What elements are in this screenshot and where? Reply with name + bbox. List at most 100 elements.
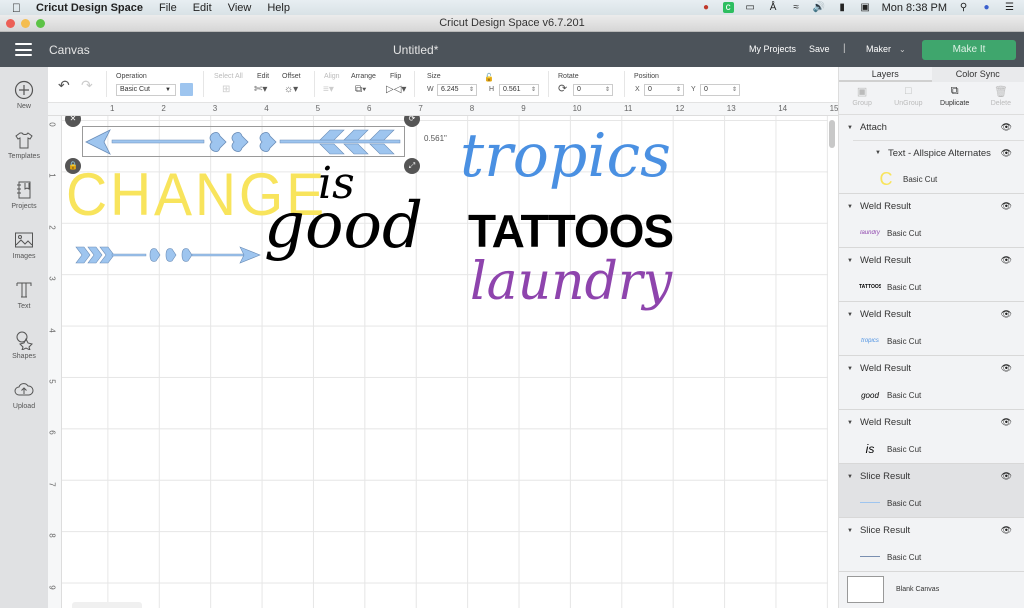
sidebar-item-images[interactable]: Images (0, 230, 48, 260)
notification-center-icon[interactable]: ☰ (1003, 2, 1016, 13)
text-tattoos[interactable]: TATTOOS (468, 208, 674, 254)
layer-group[interactable]: ▼ Weld Result 👁 tropics Basic Cut (839, 302, 1024, 356)
undo-icon[interactable]: ↶ (58, 77, 70, 94)
eye-icon[interactable]: 👁 (1001, 255, 1012, 266)
zoom-window-button[interactable] (36, 19, 45, 28)
wifi-icon[interactable]: ≈ (790, 2, 803, 13)
x-position-input[interactable]: 0 ⇕ (644, 84, 684, 96)
text-laundry[interactable]: laundry (470, 256, 672, 308)
edit-scissors-button[interactable]: ✄▾ (254, 84, 267, 95)
ruler-tick-label: 3 (212, 104, 218, 113)
delete-handle[interactable]: ✕ (65, 116, 81, 127)
y-value: 0 (704, 86, 708, 93)
arrange-button[interactable]: ⧉▾ (355, 84, 366, 95)
design-canvas[interactable]: ✕ ⟳ 🔒 ⤢ 0.561" CHANGE is good tropics TA… (62, 116, 828, 608)
eye-icon[interactable]: 👁 (1001, 471, 1012, 482)
lock-ratio-icon[interactable]: 🔓 (484, 73, 494, 82)
offset-button[interactable]: ☼▾ (284, 84, 298, 95)
height-input[interactable]: 0.561 ⇕ (499, 84, 539, 96)
expand-triangle-icon[interactable]: ▼ (847, 204, 853, 210)
sidebar-item-upload[interactable]: Upload (0, 380, 48, 410)
spotlight-icon[interactable]: ⚲ (957, 2, 970, 13)
close-window-button[interactable] (6, 19, 15, 28)
airplay-icon[interactable]: ▭ (744, 2, 757, 13)
expand-triangle-icon[interactable]: ▼ (875, 150, 881, 156)
volume-icon[interactable]: 🔊 (813, 2, 826, 13)
layer-group[interactable]: ▼ Weld Result 👁 laundry Basic Cut (839, 194, 1024, 248)
operation-color-swatch[interactable] (180, 83, 193, 96)
layer-group-selected[interactable]: ▼ Slice Result 👁 Basic Cut (839, 464, 1024, 518)
menu-help[interactable]: Help (267, 2, 290, 14)
app-menu[interactable]: Cricut Design Space (36, 2, 143, 14)
sidebar-item-projects[interactable]: Projects (0, 180, 48, 210)
apple-logo-icon[interactable]:  (12, 1, 24, 15)
expand-triangle-icon[interactable]: ▼ (847, 312, 853, 318)
sidebar-item-shapes[interactable]: Shapes (0, 330, 48, 360)
layer-group[interactable]: ▼ Attach 👁 ▼ Text - Allspice Alternates 👁 CB… (839, 115, 1024, 194)
layer-group[interactable]: ▼ Weld Result 👁 is Basic Cut (839, 410, 1024, 464)
save-link[interactable]: Save (809, 44, 830, 54)
select-all-button[interactable]: ⊞ (222, 84, 230, 95)
battery-icon[interactable]: ▮ (836, 2, 849, 13)
blank-canvas-layer[interactable]: Blank Canvas (839, 572, 1024, 606)
hamburger-menu-icon[interactable] (15, 43, 32, 56)
minimize-window-button[interactable] (21, 19, 30, 28)
eye-icon[interactable]: 👁 (1001, 363, 1012, 374)
siri-icon[interactable]: ● (980, 2, 993, 13)
resize-handle[interactable]: ⤢ (404, 158, 420, 174)
sidebar-label: Shapes (12, 353, 36, 360)
expand-triangle-icon[interactable]: ▼ (847, 420, 853, 426)
y-position-input[interactable]: 0 ⇕ (700, 84, 740, 96)
eye-icon[interactable]: 👁 (1001, 417, 1012, 428)
delete-button[interactable]: 🗑 Delete (978, 82, 1024, 114)
expand-triangle-icon[interactable]: ▼ (847, 366, 853, 372)
eye-icon[interactable]: 👁 (1001, 309, 1012, 320)
caret-down-icon: ▼ (165, 87, 171, 93)
sidebar-item-new[interactable]: New (0, 80, 48, 110)
sidebar-item-templates[interactable]: Templates (0, 130, 48, 160)
expand-triangle-icon[interactable]: ▼ (847, 528, 853, 534)
machine-selector[interactable]: Maker ⌄ (866, 44, 906, 54)
layer-group[interactable]: ▼ Weld Result 👁 TATTOOS Basic Cut (839, 248, 1024, 302)
operation-select[interactable]: Basic Cut ▼ (116, 84, 176, 96)
ruler-tick-label: 4 (47, 327, 57, 333)
eye-icon[interactable]: 👁 (1001, 122, 1012, 133)
zoom-control[interactable] (72, 602, 142, 608)
duplicate-button[interactable]: ⧉ Duplicate (932, 82, 978, 114)
display-icon[interactable]: ▣ (859, 2, 872, 13)
evernote-icon[interactable]: c (722, 2, 734, 13)
flip-button[interactable]: ▷◁▾ (386, 84, 406, 95)
ungroup-button[interactable]: □ UnGroup (885, 82, 931, 114)
eye-icon[interactable]: 👁 (1001, 201, 1012, 212)
expand-triangle-icon[interactable]: ▼ (847, 125, 853, 131)
menu-file[interactable]: File (159, 2, 177, 14)
arrow-small[interactable] (72, 244, 264, 266)
redo-icon[interactable]: ↷ (81, 77, 93, 94)
sidebar-item-text[interactable]: Text (0, 280, 48, 310)
group-button[interactable]: ▣ Group (839, 82, 885, 114)
eye-icon[interactable]: 👁 (1001, 525, 1012, 536)
align-button[interactable]: ≡▾ (323, 84, 334, 95)
text-tropics[interactable]: tropics (460, 126, 671, 186)
tab-layers[interactable]: Layers (839, 67, 932, 82)
expand-triangle-icon[interactable]: ▼ (847, 258, 853, 264)
creative-cloud-icon[interactable]: ● (700, 2, 713, 13)
width-input[interactable]: 6.245 ⇕ (437, 84, 477, 96)
arrow-large[interactable] (82, 126, 406, 158)
menu-edit[interactable]: Edit (193, 2, 212, 14)
make-it-button[interactable]: Make It (922, 40, 1016, 60)
clock[interactable]: Mon 8:38 PM (882, 2, 947, 14)
my-projects-link[interactable]: My Projects (749, 44, 796, 54)
layer-group[interactable]: ▼ Weld Result 👁 good Basic Cut (839, 356, 1024, 410)
canvas-scrollbar[interactable] (829, 120, 835, 148)
bluetooth-icon[interactable]: Å (767, 2, 780, 13)
tab-color-sync[interactable]: Color Sync (932, 67, 1024, 82)
layer-name: Weld Result (859, 309, 911, 320)
rotate-input[interactable]: 0 ⇕ (573, 84, 613, 96)
layer-group[interactable]: ▼ Slice Result 👁 Basic Cut (839, 518, 1024, 572)
expand-triangle-icon[interactable]: ▼ (847, 474, 853, 480)
menu-view[interactable]: View (228, 2, 252, 14)
eye-icon[interactable]: 👁 (1001, 148, 1012, 159)
rotate-handle[interactable]: ⟳ (404, 116, 420, 127)
text-good[interactable]: good (264, 194, 423, 258)
